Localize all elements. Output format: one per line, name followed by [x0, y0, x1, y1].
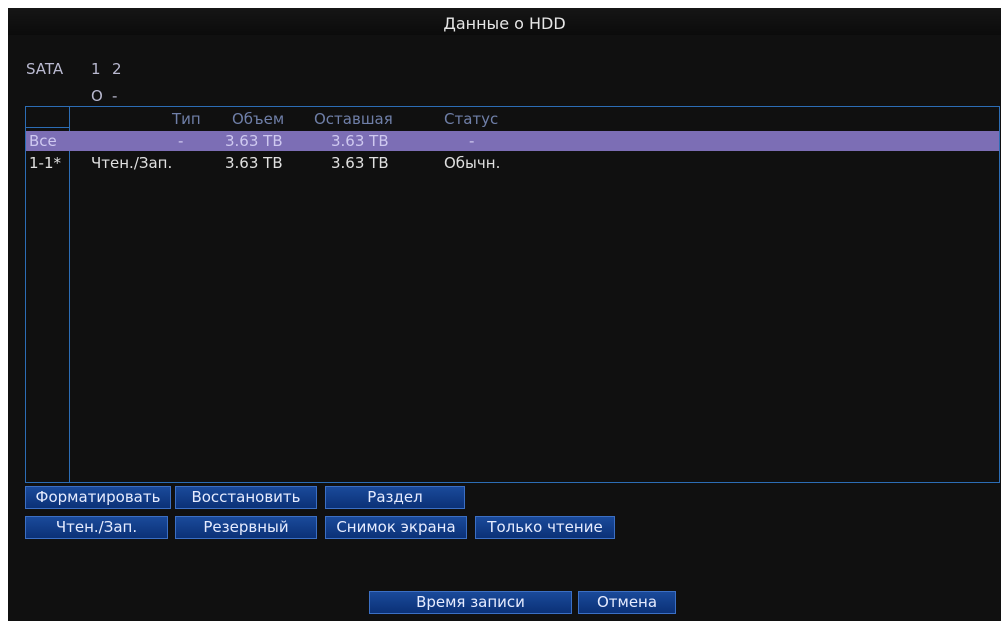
sata-port-2-state: -	[112, 87, 118, 105]
read-write-button[interactable]: Чтен./Зап.	[25, 516, 168, 539]
column-header-capacity: Объем	[232, 110, 285, 128]
hdd-info-dialog: Данные о HDD SATA 1 2 O - Тип Объем Оста…	[8, 8, 1001, 621]
disk-table: Тип Объем Оставшая Статус Все - 3.63 TB …	[25, 106, 1000, 483]
snapshot-button[interactable]: Снимок экрана	[325, 516, 467, 539]
row-disk-index[interactable]: 1-1*	[29, 154, 61, 172]
row-all-status[interactable]: -	[469, 132, 474, 150]
row-disk-status[interactable]: Обычн.	[444, 154, 500, 172]
table-row-selected[interactable]	[26, 131, 999, 151]
row-disk-remaining[interactable]: 3.63 TB	[331, 154, 389, 172]
column-header-type: Тип	[172, 110, 201, 128]
row-all-capacity[interactable]: 3.63 TB	[225, 132, 283, 150]
partition-button[interactable]: Раздел	[325, 486, 465, 509]
column-header-status: Статус	[444, 110, 499, 128]
column-header-remaining: Оставшая	[314, 110, 393, 128]
sata-port-1[interactable]: 1	[91, 60, 101, 78]
backup-button[interactable]: Резервный	[175, 516, 317, 539]
index-column-divider	[69, 107, 70, 482]
title-bar: Данные о HDD	[8, 8, 1001, 35]
row-all-type[interactable]: -	[178, 132, 183, 150]
dialog-title: Данные о HDD	[443, 14, 566, 33]
row-disk-type[interactable]: Чтен./Зап.	[91, 154, 172, 172]
cancel-button[interactable]: Отмена	[578, 591, 676, 614]
read-only-button[interactable]: Только чтение	[475, 516, 615, 539]
row-all-index[interactable]: Все	[29, 132, 57, 150]
header-divider	[26, 127, 69, 128]
row-disk-capacity[interactable]: 3.63 TB	[225, 154, 283, 172]
sata-port-1-state: O	[91, 87, 103, 105]
format-button[interactable]: Форматировать	[25, 486, 171, 509]
sata-port-2[interactable]: 2	[112, 60, 122, 78]
record-time-button[interactable]: Время записи	[369, 591, 572, 614]
row-all-remaining[interactable]: 3.63 TB	[331, 132, 389, 150]
restore-button[interactable]: Восстановить	[175, 486, 317, 509]
sata-label: SATA	[26, 60, 64, 78]
